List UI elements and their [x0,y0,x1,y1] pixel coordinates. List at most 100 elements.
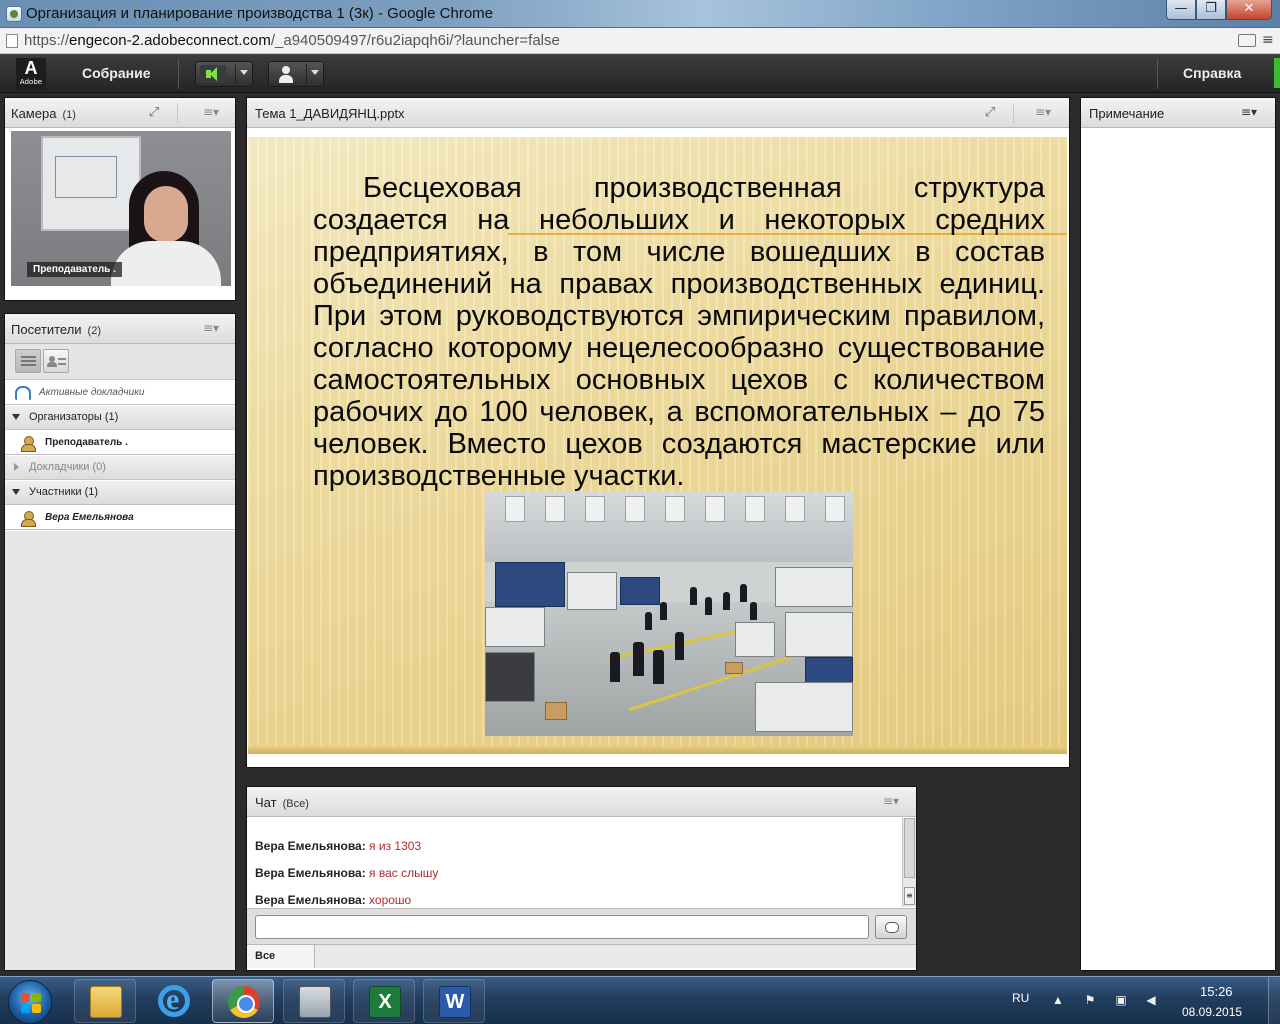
word-icon: W [439,986,471,1018]
windows-logo-icon [21,993,41,1013]
chevron-down-icon[interactable] [12,489,20,495]
adobe-connect-app-icon [6,6,22,22]
chat-message-list: Вера Емельянова: я из 1303 Вера Емельяно… [247,818,900,907]
adobe-logo: A Adobe [16,58,46,90]
show-desktop-button[interactable] [1268,977,1280,1024]
clock-date[interactable]: 08.09.2015 [1182,1005,1242,1019]
pod-title: Камера (1) [11,106,76,121]
menu-separator [1157,58,1158,89]
on-screen-keyboard-icon [299,986,331,1018]
pod-options-icon[interactable]: ≡▾ [883,795,903,807]
clock-time[interactable]: 15:26 [1200,984,1233,999]
camera-permission-icon[interactable] [1238,34,1256,47]
browser-title-bar: Организация и планирование производства … [0,0,1280,28]
pod-header: Чат (Все) ≡▾ [247,787,916,817]
chevron-down-icon[interactable] [311,70,319,75]
url-text[interactable]: https://engecon-2.adobeconnect.com/_a940… [24,32,560,49]
chrome-menu-icon[interactable]: ≡ [1262,32,1276,48]
share-pod: Тема 1_ДАВИДЯНЦ.pptx ⤢ ≡▾ Бесцеховая про… [246,97,1070,768]
chrome-icon [228,986,260,1018]
chat-compose [247,908,916,944]
language-indicator[interactable]: RU [1012,991,1029,1005]
network-icon[interactable]: ▣ [1114,993,1128,1007]
hosts-section[interactable]: Организаторы (1) [5,406,235,430]
chevron-down-icon[interactable] [12,414,20,420]
scroll-down-icon[interactable]: ≡ [904,887,915,905]
pod-title: Чат (Все) [255,795,309,810]
chevron-down-icon[interactable] [240,70,248,75]
start-button[interactable] [8,980,52,1024]
notes-pod: Примечание ≡▾ [1080,97,1276,971]
connect-menu-bar: A Adobe Собрание Справка [0,54,1280,93]
action-center-flag-icon[interactable]: ⚑ [1083,993,1097,1007]
list-view-button[interactable] [15,349,41,373]
webcam-video: Преподаватель . [11,131,231,286]
host-icon [20,435,36,452]
scrollbar-thumb[interactable] [904,818,915,878]
status-button[interactable] [268,61,324,87]
folder-icon [90,986,122,1018]
excel-icon: X [369,986,401,1018]
chat-input[interactable] [255,915,869,939]
notes-body[interactable] [1081,129,1275,970]
chat-message: Вера Емельянова: я из 1303 [255,839,422,853]
send-message-button[interactable] [875,915,907,939]
taskbar-excel[interactable]: X [353,979,415,1023]
attendees-pod: Посетители (2) ≡▾ Активные докладчики Орг… [4,313,236,971]
raise-hand-icon [273,65,299,83]
slide-text: Бесцеховая производственная структура со… [313,172,1045,492]
attendee-participant[interactable]: Вера Емельянова [5,506,235,530]
video-caption: Преподаватель . [27,262,122,277]
show-hidden-icons-icon[interactable]: ▲ [1051,993,1065,1007]
pod-header: Посетители (2) ≡▾ [5,314,235,344]
taskbar-word[interactable]: W [423,979,485,1023]
pod-header: Примечание ≡▾ [1081,98,1275,128]
address-bar[interactable]: https://engecon-2.adobeconnect.com/_a940… [0,28,1280,54]
pod-header: Тема 1_ДАВИДЯНЦ.pptx ⤢ ≡▾ [247,98,1069,128]
document-title: Тема 1_ДАВИДЯНЦ.pptx [255,106,405,121]
close-button[interactable]: ✕ [1226,0,1272,20]
page-icon [6,34,18,48]
pod-title: Посетители (2) [11,322,101,337]
pod-options-icon[interactable]: ≡▾ [203,106,223,118]
participants-section[interactable]: Участники (1) [5,481,235,505]
taskbar-explorer[interactable] [74,979,136,1023]
taskbar-keyboard[interactable] [283,979,345,1023]
attendee-host[interactable]: Преподаватель . [5,431,235,455]
camera-pod: Камера (1) ⤢ ≡▾ Преподаватель . [4,97,236,301]
presenters-section[interactable]: Докладчики (0) [5,456,235,480]
window-title: Организация и планирование производства … [26,5,493,22]
internet-explorer-icon [158,983,190,1017]
attendees-toolbar [5,344,235,380]
window-controls: — ❐ ✕ [1166,0,1272,20]
fullscreen-icon[interactable]: ⤢ [981,105,999,121]
chevron-right-icon[interactable] [14,463,19,471]
status-view-button[interactable] [43,349,69,373]
attendees-empty-area [5,531,235,970]
volume-icon[interactable]: ◀ [1144,993,1158,1007]
phone-icon [15,386,31,400]
maximize-button[interactable]: ❐ [1196,0,1226,20]
fullscreen-icon[interactable]: ⤢ [145,105,163,121]
minimize-button[interactable]: — [1166,0,1196,20]
audio-speaker-button[interactable] [195,61,253,87]
connection-status-indicator [1274,58,1280,88]
chat-scrollbar[interactable]: ≡ [902,818,916,907]
participant-icon [20,510,36,527]
taskbar-chrome[interactable] [212,979,274,1023]
active-speakers-row: Активные докладчики [5,381,235,405]
pod-options-icon[interactable]: ≡▾ [1035,106,1055,118]
chat-tabs: Все [247,944,916,968]
pod-header: Камера (1) ⤢ ≡▾ [5,98,235,128]
pod-options-icon[interactable]: ≡▾ [203,322,223,334]
taskbar-internet-explorer[interactable] [143,979,205,1023]
pod-title: Примечание [1089,106,1165,121]
chat-pod: Чат (Все) ≡▾ Вера Емельянова: я из 1303 В… [246,786,917,971]
tab-all[interactable]: Все [247,945,315,968]
help-menu[interactable]: Справка [1183,65,1241,81]
chat-message: Вера Емельянова: хорошо [255,893,412,907]
meeting-menu[interactable]: Собрание [82,65,151,81]
factory-photo [485,492,853,736]
presentation-slide: Бесцеховая производственная структура со… [248,137,1067,754]
pod-options-icon[interactable]: ≡▾ [1241,106,1261,118]
